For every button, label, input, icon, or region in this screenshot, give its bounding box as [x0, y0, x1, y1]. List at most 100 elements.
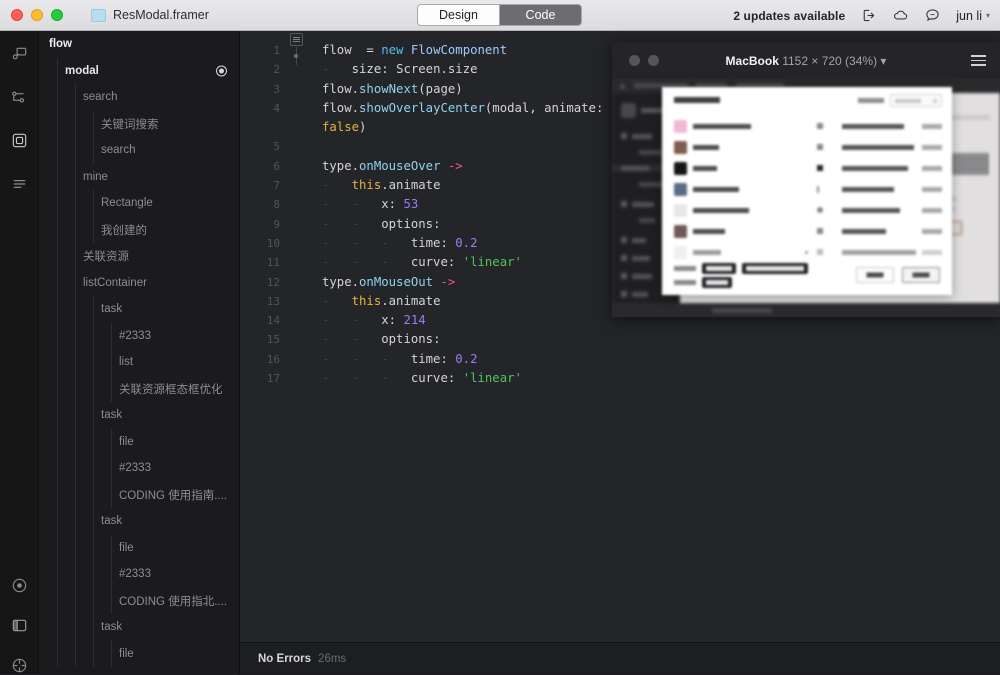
row-id	[922, 124, 942, 129]
connections-icon[interactable]	[10, 88, 29, 107]
tree-guide-line	[57, 641, 58, 668]
search-icon	[933, 99, 937, 103]
layer-row[interactable]: 关联资源	[39, 243, 239, 270]
panel-icon[interactable]	[10, 616, 29, 635]
modal-list-row[interactable]	[674, 182, 942, 198]
target-icon[interactable]	[10, 656, 29, 675]
line-number: 3	[258, 80, 280, 99]
comment-icon[interactable]	[924, 7, 941, 24]
layer-row[interactable]: 我创建的	[39, 217, 239, 244]
code-text: - - - curve: 'linear'	[322, 253, 522, 272]
tree-guide-line	[111, 455, 112, 482]
line-number: 4	[258, 99, 280, 118]
layer-row[interactable]: mine	[39, 164, 239, 191]
layer-row[interactable]: search	[39, 84, 239, 111]
tree-guide-line	[57, 137, 58, 164]
layer-row[interactable]: listContainer	[39, 270, 239, 297]
preview-window[interactable]: MacBook 1152 × 720 (34%) ▾	[612, 42, 1000, 317]
tree-guide-line	[57, 84, 58, 111]
modal-list-row[interactable]	[674, 161, 942, 177]
modal-list-row[interactable]	[674, 224, 942, 240]
modal-list-row[interactable]	[674, 203, 942, 219]
modal-search-input[interactable]	[890, 94, 942, 107]
tree-guide-line	[75, 349, 76, 376]
list-icon[interactable]	[10, 174, 29, 193]
code-text: - - x: 53	[322, 195, 418, 214]
line-number: 16	[258, 350, 280, 369]
layer-row[interactable]: CODING 使用指北....	[39, 588, 239, 615]
modal-list-row[interactable]	[674, 245, 942, 261]
line-number: 15	[258, 330, 280, 349]
layer-row[interactable]: #2333	[39, 455, 239, 482]
tab-code[interactable]: Code	[499, 5, 581, 25]
layer-row[interactable]: 关键词搜索	[39, 111, 239, 138]
record-icon[interactable]	[10, 576, 29, 595]
tree-guide-line	[75, 482, 76, 509]
code-line[interactable]: 15- - options:	[240, 330, 1000, 349]
maximize-button[interactable]	[51, 9, 63, 21]
mode-segmented-control[interactable]: Design Code	[417, 4, 582, 26]
tag-chip[interactable]	[742, 263, 808, 274]
preview-canvas[interactable]	[612, 79, 1000, 317]
modal-list-row[interactable]	[674, 140, 942, 156]
layer-row[interactable]: task	[39, 614, 239, 641]
layer-tree[interactable]: flowmodalsearch关键词搜索searchmineRectangle我…	[39, 31, 240, 674]
layer-row[interactable]: flow	[39, 31, 239, 58]
titlebar-right-group: 2 updates available jun li ▾	[733, 0, 990, 31]
status-bar: No Errors 26ms	[240, 642, 1000, 674]
row-thumbnail	[674, 162, 687, 175]
minimize-button[interactable]	[31, 9, 43, 21]
cloud-icon[interactable]	[892, 7, 909, 24]
tree-guide-line	[93, 641, 94, 668]
user-menu[interactable]: jun li ▾	[956, 9, 990, 23]
layer-row[interactable]: 关联资源框态框优化	[39, 376, 239, 403]
layer-row[interactable]: search	[39, 137, 239, 164]
layer-target-indicator[interactable]	[216, 65, 227, 76]
tree-guide-line	[93, 535, 94, 562]
layer-row[interactable]: task	[39, 402, 239, 429]
tree-guide-line	[75, 111, 76, 138]
code-line[interactable]: 17- - - curve: 'linear'	[240, 369, 1000, 388]
layer-row[interactable]: file	[39, 641, 239, 668]
layer-row[interactable]: modal	[39, 58, 239, 85]
frame-icon[interactable]	[10, 131, 29, 150]
modal-cancel-button[interactable]	[856, 267, 894, 283]
layer-row[interactable]: task	[39, 296, 239, 323]
modal-list-row[interactable]	[674, 119, 942, 135]
tree-guide-line	[111, 429, 112, 456]
tab-design[interactable]: Design	[418, 5, 499, 25]
layer-row[interactable]: task	[39, 508, 239, 535]
close-button[interactable]	[11, 9, 23, 21]
document-chip[interactable]: ResModal.framer	[91, 8, 209, 22]
line-number: 7	[258, 176, 280, 195]
tag-chip[interactable]	[702, 277, 732, 288]
row-title	[693, 250, 721, 255]
modal-confirm-button[interactable]	[902, 267, 940, 283]
tree-guide-line	[57, 482, 58, 509]
row-id	[922, 166, 942, 171]
layer-row[interactable]: list	[39, 349, 239, 376]
export-icon[interactable]	[860, 7, 877, 24]
updates-available-label[interactable]: 2 updates available	[733, 9, 845, 23]
tree-guide-line	[57, 164, 58, 191]
prototype-modal[interactable]	[662, 87, 952, 295]
components-icon[interactable]	[10, 45, 29, 64]
hamburger-icon[interactable]	[971, 55, 986, 66]
layer-row[interactable]: #2333	[39, 323, 239, 350]
layer-row[interactable]: Rectangle	[39, 190, 239, 217]
layer-label: 关联资源	[83, 248, 129, 264]
line-number: 13	[258, 292, 280, 311]
code-line[interactable]: 16- - - time: 0.2	[240, 350, 1000, 369]
row-description	[842, 166, 908, 171]
layer-row[interactable]: #2333	[39, 561, 239, 588]
layer-row[interactable]: CODING 使用指南....	[39, 482, 239, 509]
tag-chip[interactable]	[702, 263, 736, 274]
code-text: false)	[322, 118, 366, 137]
layer-row[interactable]: file	[39, 429, 239, 456]
layer-label: CODING 使用指北....	[119, 593, 227, 609]
layer-row[interactable]: file	[39, 535, 239, 562]
row-id	[922, 250, 942, 255]
preview-title[interactable]: MacBook 1152 × 720 (34%) ▾	[612, 54, 1000, 68]
tree-guide-line	[93, 323, 94, 350]
tree-guide-line	[93, 614, 94, 641]
